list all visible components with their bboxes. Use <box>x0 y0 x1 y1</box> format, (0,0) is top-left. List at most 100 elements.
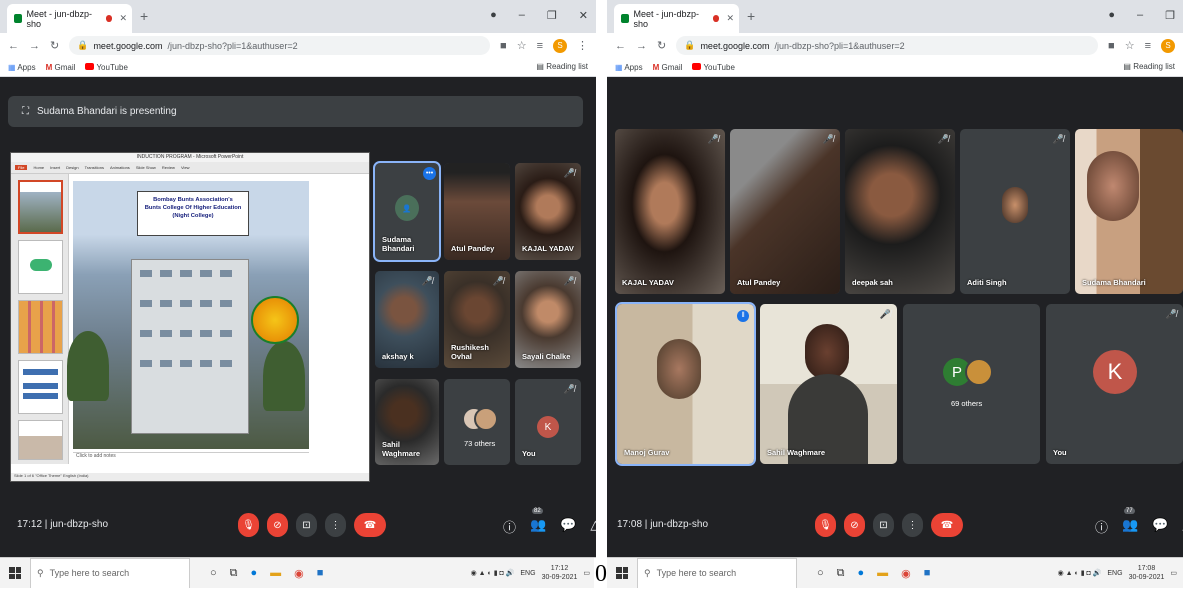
minimize-icon[interactable]: – <box>519 9 525 22</box>
leave-call-button[interactable]: ☎ <box>931 513 963 537</box>
browser-tab[interactable]: Meet - jun-dbzp-sho ✕ <box>614 4 739 33</box>
chat-icon[interactable]: 💬 <box>1152 517 1168 536</box>
menu-dots-icon[interactable]: ⋮ <box>577 39 588 52</box>
notification-icon[interactable]: ▭ <box>1170 569 1177 577</box>
camera-toggle-button[interactable]: ⊘ <box>267 513 288 537</box>
chat-icon[interactable]: 💬 <box>560 517 576 536</box>
participant-tile[interactable]: 🎤̸ deepak sah <box>845 129 955 294</box>
leave-call-button[interactable]: ☎ <box>354 513 386 537</box>
camera-toggle-button[interactable]: ⊘ <box>844 513 865 537</box>
maximize-icon[interactable]: ❐ <box>547 9 557 22</box>
participant-tile[interactable]: Sudama Bhandari <box>1075 129 1183 294</box>
camera-indicator-icon[interactable]: ■ <box>500 40 507 52</box>
back-icon[interactable]: ← <box>615 40 626 52</box>
self-tile[interactable]: 🎤̸ K You <box>1046 304 1183 464</box>
language-indicator[interactable]: ENG <box>1107 570 1122 577</box>
bookmark-apps[interactable]: ▦ Apps <box>615 63 643 72</box>
taskbar-search-input[interactable]: ⚲ Type here to search <box>637 557 797 588</box>
tray-icons[interactable]: ◉ ▲ ◐ ▮ ◘ 🔊 <box>1058 569 1102 577</box>
participant-tile[interactable]: 🎤̸ Atul Pandey <box>730 129 840 294</box>
others-tile[interactable]: 73 others <box>444 379 510 465</box>
account-icon[interactable]: ● <box>490 9 497 22</box>
url-field[interactable]: 🔒 meet.google.com/jun-dbzp-sho?pli=1&aut… <box>676 36 1099 55</box>
reading-list-icon[interactable]: ≡ <box>1145 40 1151 52</box>
chrome-icon[interactable]: ◉ <box>294 567 304 580</box>
camera-indicator-icon[interactable]: ■ <box>1108 40 1115 52</box>
bookmark-apps[interactable]: ▦ Apps <box>8 63 36 72</box>
participant-tile[interactable]: Atul Pandey <box>444 163 510 260</box>
participant-tile[interactable]: 🎤̸ KAJAL YADAV <box>615 129 725 294</box>
tray-clock[interactable]: 17:08 30-09-2021 <box>1129 564 1165 582</box>
files-icon[interactable]: ■ <box>924 567 931 580</box>
more-options-icon[interactable]: ••• <box>423 167 436 180</box>
mic-toggle-button[interactable]: 🎙 <box>815 513 836 537</box>
close-tab-icon[interactable]: ✕ <box>726 13 734 24</box>
store-icon[interactable]: ▬ <box>877 567 888 580</box>
reading-list-button[interactable]: ▤ Reading list <box>1123 62 1175 71</box>
forward-icon[interactable]: → <box>636 40 647 52</box>
mic-toggle-button[interactable]: 🎙 <box>238 513 259 537</box>
meeting-details-icon[interactable]: ⓘ <box>1095 517 1108 536</box>
back-icon[interactable]: ← <box>8 40 19 52</box>
reload-icon[interactable]: ↻ <box>657 39 666 52</box>
participant-tile[interactable]: ⦀ Manoj Gurav <box>615 302 756 466</box>
participant-tile[interactable]: 🎤̸ akshay k <box>375 271 439 368</box>
forward-icon[interactable]: → <box>29 40 40 52</box>
star-icon[interactable]: ☆ <box>517 39 527 52</box>
bookmark-gmail[interactable]: M Gmail <box>653 63 683 72</box>
bookmark-youtube[interactable]: YouTube <box>85 62 128 72</box>
url-field[interactable]: 🔒 meet.google.com/jun-dbzp-sho?pli=1&aut… <box>69 36 491 55</box>
people-icon[interactable]: 👥 77 <box>1122 508 1138 536</box>
task-view-icon[interactable]: ⧉ <box>837 567 845 580</box>
windows-start-icon[interactable] <box>616 567 628 579</box>
task-view-icon[interactable]: ⧉ <box>230 567 238 580</box>
reload-icon[interactable]: ↻ <box>50 39 59 52</box>
activities-icon[interactable]: △ <box>590 517 596 536</box>
close-tab-icon[interactable]: ✕ <box>119 13 127 24</box>
cortana-icon[interactable]: ○ <box>210 567 217 580</box>
chrome-icon[interactable]: ◉ <box>901 567 911 580</box>
close-window-icon[interactable]: ✕ <box>579 9 588 22</box>
participant-tile[interactable]: 🎤̸ Sahil Waghmare <box>760 304 897 464</box>
others-tile[interactable]: P 69 others <box>903 304 1040 464</box>
new-tab-icon[interactable]: + <box>140 8 148 24</box>
language-indicator[interactable]: ENG <box>520 570 535 577</box>
bookmark-youtube[interactable]: YouTube <box>692 62 735 72</box>
cortana-icon[interactable]: ○ <box>817 567 824 580</box>
files-icon[interactable]: ■ <box>317 567 324 580</box>
star-icon[interactable]: ☆ <box>1125 39 1135 52</box>
store-icon[interactable]: ▬ <box>270 567 281 580</box>
participant-tile[interactable]: 🎤̸ Sayali Chalke <box>515 271 581 368</box>
reading-list-icon[interactable]: ≡ <box>537 40 543 52</box>
present-button[interactable]: ⊡ <box>296 513 317 537</box>
edge-icon[interactable]: ● <box>251 567 258 580</box>
people-icon[interactable]: 👥 82 <box>530 508 546 536</box>
participant-tile[interactable]: 🎤̸ KAJAL YADAV <box>515 163 581 260</box>
taskbar-search-input[interactable]: ⚲ Type here to search <box>30 557 190 588</box>
search-icon: ⚲ <box>644 567 651 578</box>
reading-list-button[interactable]: ▤ Reading list <box>536 62 588 71</box>
notification-icon[interactable]: ▭ <box>583 569 590 577</box>
tray-clock[interactable]: 17:12 30-09-2021 <box>542 564 578 582</box>
minimize-icon[interactable]: – <box>1137 9 1143 22</box>
participant-tile[interactable]: 👤 ••• Sudama Bhandari <box>373 161 441 262</box>
edge-icon[interactable]: ● <box>858 567 865 580</box>
bookmark-gmail[interactable]: M Gmail <box>46 63 76 72</box>
self-tile[interactable]: 🎤̸ K You <box>515 379 581 465</box>
windows-start-icon[interactable] <box>9 567 21 579</box>
new-tab-icon[interactable]: + <box>747 8 755 24</box>
browser-tab[interactable]: Meet - jun-dbzp-sho ✕ <box>7 4 132 33</box>
account-icon[interactable]: ● <box>1108 9 1115 22</box>
maximize-icon[interactable]: ❐ <box>1165 9 1175 22</box>
tray-icons[interactable]: ◉ ▲ ◐ ▮ ◘ 🔊 <box>471 569 515 577</box>
profile-avatar[interactable]: S <box>553 38 567 53</box>
meeting-details-icon[interactable]: ⓘ <box>503 517 516 536</box>
more-options-button[interactable]: ⋮ <box>325 513 346 537</box>
profile-avatar[interactable]: S <box>1161 38 1175 53</box>
participant-tile[interactable]: 🎤̸ Rushikesh Ovhal <box>444 271 510 368</box>
present-button[interactable]: ⊡ <box>873 513 894 537</box>
presented-screen[interactable]: INDUCTION PROGRAM - Microsoft PowerPoint… <box>10 152 370 482</box>
participant-tile[interactable]: 🎤̸ Aditi Singh <box>960 129 1070 294</box>
more-options-button[interactable]: ⋮ <box>902 513 923 537</box>
participant-tile[interactable]: Sahil Waghmare <box>375 379 439 465</box>
